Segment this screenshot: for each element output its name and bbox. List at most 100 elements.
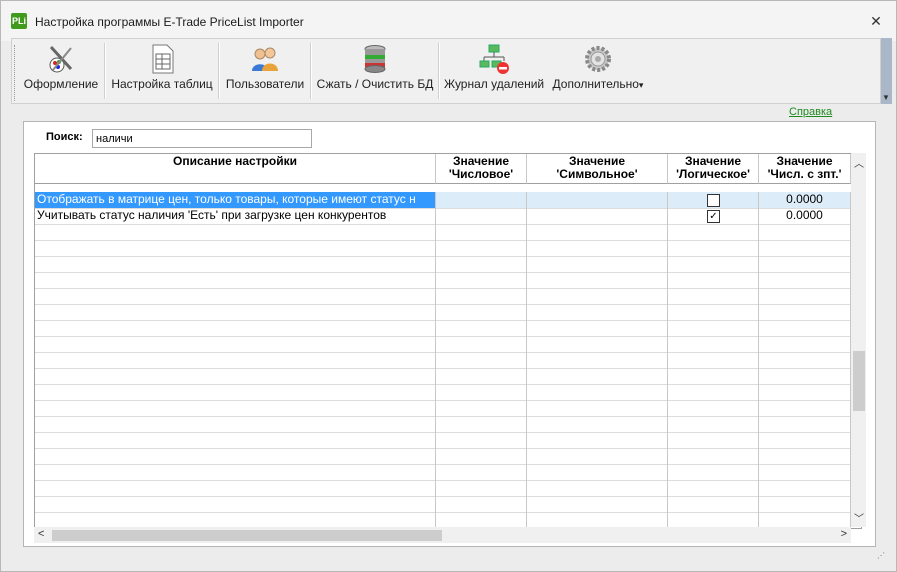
close-button[interactable]: ✕ [868,13,884,29]
empty-cell [668,496,759,512]
empty-cell [668,480,759,496]
empty-cell [759,464,851,480]
column-header-description[interactable]: Описание настройки [35,154,436,184]
toolbar-scrollbar[interactable]: ▼ [881,38,892,104]
toolbar-grip[interactable] [14,45,18,101]
empty-cell [668,384,759,400]
empty-cell [668,400,759,416]
horizontal-scrollbar[interactable]: < > [34,527,851,543]
help-link[interactable]: Справка [789,106,832,118]
empty-cell [35,400,436,416]
empty-cell [759,352,851,368]
decimal-cell[interactable]: 0.0000 [759,208,851,224]
deletion-log-button[interactable]: Журнал удалений [444,41,544,101]
column-header-subtext: 'Логическое' [676,167,750,181]
symbolic-cell[interactable] [527,208,668,224]
empty-cell [759,288,851,304]
appearance-label: Оформление [23,77,99,91]
numeric-cell[interactable] [436,208,527,224]
empty-cell [436,368,527,384]
scroll-up-icon[interactable]: ︿ [854,155,864,170]
empty-cell [436,240,527,256]
table-row[interactable]: Отображать в матрице цен, только товары,… [35,192,851,209]
scroll-down-icon[interactable]: ▼ [882,93,890,102]
column-header-decimal[interactable]: Значение 'Числ. с зпт.' [759,154,851,184]
empty-cell [35,272,436,288]
empty-cell [668,240,759,256]
empty-cell [527,256,668,272]
empty-row [35,288,851,305]
symbolic-cell[interactable] [527,192,668,208]
empty-cell [668,224,759,240]
empty-cell [527,400,668,416]
empty-cell [35,352,436,368]
toolbar-separator [438,43,440,99]
description-cell[interactable]: Учитывать статус наличия 'Есть' при загр… [35,208,436,224]
more-dropdown-button[interactable]: Дополнительно▾ [548,41,648,101]
design-brush-icon [49,45,73,73]
search-label: Поиск: [46,131,83,143]
decimal-cell[interactable]: 0.0000 [759,192,851,208]
empty-cell [668,336,759,352]
column-header-symbolic[interactable]: Значение 'Символьное' [527,154,668,184]
column-header-logical[interactable]: Значение 'Логическое' [668,154,759,184]
empty-cell [35,416,436,432]
empty-cell [436,352,527,368]
logical-checkbox[interactable]: ✓ [707,210,720,223]
empty-cell [527,336,668,352]
toolbar: Оформление Настройка таблиц Пользователи [11,38,881,104]
appearance-button[interactable]: Оформление [22,41,100,101]
empty-cell [436,384,527,400]
search-input[interactable] [92,129,312,148]
compress-db-button[interactable]: Сжать / Очистить БД [316,41,434,101]
column-header-subtext: 'Числ. с зпт.' [767,167,842,181]
logical-cell[interactable] [668,192,759,208]
empty-cell [668,272,759,288]
resize-grip-icon[interactable]: ⋰ [877,551,885,560]
column-header-text: Описание настройки [173,154,297,168]
empty-cell [527,368,668,384]
users-icon [252,47,278,71]
empty-cell [35,384,436,400]
table-row[interactable]: Учитывать статус наличия 'Есть' при загр… [35,208,851,225]
logical-checkbox[interactable] [707,194,720,207]
empty-cell [35,368,436,384]
empty-row [35,400,851,417]
toolbar-separator [310,43,312,99]
vertical-scroll-thumb[interactable] [853,351,865,411]
table-document-icon [152,44,174,74]
empty-cell [436,480,527,496]
title-bar: PLi Настройка программы E-Trade PriceLis… [1,1,896,41]
empty-cell [668,464,759,480]
column-header-numeric[interactable]: Значение 'Числовое' [436,154,527,184]
empty-cell [35,480,436,496]
empty-cell [668,448,759,464]
compress-db-label: Сжать / Очистить БД [316,77,434,91]
empty-cell [436,224,527,240]
empty-cell [668,320,759,336]
empty-cell [759,416,851,432]
empty-cell [436,256,527,272]
empty-cell [35,336,436,352]
settings-window: PLi Настройка программы E-Trade PriceLis… [0,0,897,572]
description-cell[interactable]: Отображать в матрице цен, только товары,… [35,192,436,208]
empty-cell [527,224,668,240]
logical-cell[interactable]: ✓ [668,208,759,224]
window-title: Настройка программы E-Trade PriceList Im… [35,15,304,29]
empty-cell [436,320,527,336]
empty-row [35,384,851,401]
empty-cell [759,240,851,256]
empty-cell [759,384,851,400]
empty-cell [527,432,668,448]
empty-cell [527,496,668,512]
numeric-cell[interactable] [436,192,527,208]
scroll-right-icon[interactable]: > [841,528,847,540]
scroll-down-icon[interactable]: ﹀ [854,510,864,525]
table-settings-button[interactable]: Настройка таблиц [110,41,214,101]
vertical-scrollbar[interactable]: ︿ ﹀ [851,153,866,527]
empty-row [35,496,851,513]
column-header-subtext: 'Числовое' [448,167,514,181]
horizontal-scroll-thumb[interactable] [52,530,442,541]
users-button[interactable]: Пользователи [224,41,306,101]
scroll-left-icon[interactable]: < [38,528,44,540]
